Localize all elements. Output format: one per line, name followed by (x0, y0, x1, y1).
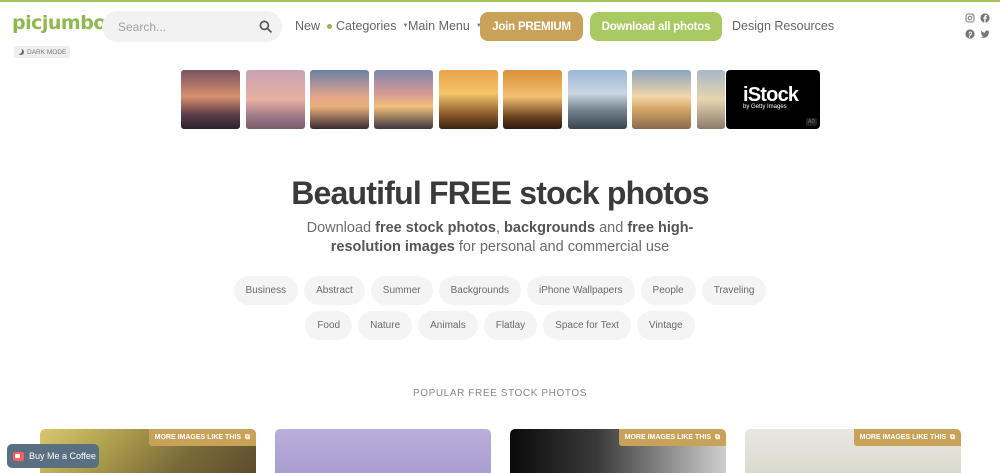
photo-card[interactable]: MORE IMAGES LIKE THIS ⧉ (745, 429, 961, 473)
nav-new[interactable]: New (295, 19, 333, 33)
tag-space-for-text[interactable]: Space for Text (543, 311, 631, 340)
moon-icon (18, 49, 24, 55)
tag-vintage[interactable]: Vintage (636, 311, 695, 340)
subtitle-free-stock-photos: free stock photos (375, 220, 496, 236)
more-images-like-this-button[interactable]: MORE IMAGES LIKE THIS ⧉ (853, 429, 961, 446)
related-thumb[interactable] (503, 70, 562, 129)
new-indicator-dot (327, 23, 333, 29)
design-resources-link[interactable]: Design Resources (732, 19, 834, 33)
search-bar (102, 11, 282, 42)
subtitle-text: , (495, 220, 505, 236)
tag-nature[interactable]: Nature (358, 311, 413, 340)
coffee-label: Buy Me a Coffee (29, 451, 96, 461)
dark-mode-toggle[interactable]: DARK MODE (14, 46, 71, 58)
category-tags-row-2: Food Nature Animals Flatlay Space for Te… (0, 311, 1000, 340)
category-tags-row-1: Business Abstract Summer Backgrounds iPh… (0, 276, 1000, 305)
subtitle-backgrounds: backgrounds (504, 220, 596, 236)
twitter-icon[interactable] (980, 29, 990, 39)
related-thumb[interactable] (697, 70, 725, 129)
subtitle-text: for personal and commercial use (454, 239, 670, 255)
tag-people[interactable]: People (640, 276, 696, 305)
top-accent-line (0, 0, 1000, 2)
tag-business[interactable]: Business (233, 276, 299, 305)
related-thumb[interactable] (374, 70, 433, 129)
istock-sub: by Getty Images (743, 104, 787, 110)
nav-main-menu-label: Main Menu (408, 19, 470, 33)
more-images-label: MORE IMAGES LIKE THIS (154, 434, 241, 441)
site-logo[interactable]: picjumbo (12, 12, 106, 34)
external-link-icon: ⧉ (715, 433, 720, 441)
nav-categories[interactable]: Categories ▼ (336, 19, 408, 33)
more-images-like-this-button[interactable]: MORE IMAGES LIKE THIS ⧉ (618, 429, 726, 446)
external-link-icon: ⧉ (950, 433, 955, 441)
external-link-icon: ⧉ (245, 433, 250, 441)
related-thumb[interactable] (181, 70, 240, 129)
istock-ad[interactable]: iStock by Getty Images AD (726, 70, 820, 129)
subtitle-text: and (595, 220, 628, 236)
tag-animals[interactable]: Animals (418, 311, 478, 340)
more-images-label: MORE IMAGES LIKE THIS (859, 434, 946, 441)
tag-summer[interactable]: Summer (370, 276, 433, 305)
tag-backgrounds[interactable]: Backgrounds (438, 276, 521, 305)
nav-main-menu[interactable]: Main Menu ▼ (408, 19, 482, 33)
nav-new-label: New (295, 19, 321, 33)
related-thumb[interactable] (439, 70, 498, 129)
related-thumb[interactable] (310, 70, 369, 129)
pinterest-icon[interactable] (965, 29, 975, 39)
buy-me-a-coffee-button[interactable]: Buy Me a Coffee (7, 444, 99, 468)
photo-card[interactable] (275, 429, 491, 473)
hero-title: Beautiful FREE stock photos (291, 175, 709, 211)
more-images-label: MORE IMAGES LIKE THIS (624, 434, 711, 441)
hero-subtitle: Download free stock photos, backgrounds … (300, 219, 700, 257)
search-input[interactable] (102, 19, 250, 34)
related-thumb[interactable] (246, 70, 305, 129)
more-images-like-this-button[interactable]: MORE IMAGES LIKE THIS ⧉ (148, 429, 256, 446)
tag-abstract[interactable]: Abstract (304, 276, 365, 305)
facebook-icon[interactable] (980, 13, 990, 23)
photo-card[interactable]: MORE IMAGES LIKE THIS ⧉ (510, 429, 726, 473)
search-icon[interactable] (259, 20, 272, 33)
download-all-photos-button[interactable]: Download all photos (590, 12, 722, 41)
tag-traveling[interactable]: Traveling (701, 276, 767, 305)
popular-section-title: POPULAR FREE STOCK PHOTOS (412, 388, 588, 399)
tag-flatlay[interactable]: Flatlay (483, 311, 538, 340)
related-thumb[interactable] (568, 70, 627, 129)
tag-food[interactable]: Food (305, 311, 353, 340)
instagram-icon[interactable] (965, 13, 975, 23)
subtitle-text: Download (306, 220, 376, 236)
ad-badge: AD (806, 118, 817, 126)
dark-mode-label: DARK MODE (27, 48, 67, 56)
coffee-cup-icon (13, 451, 24, 461)
join-premium-button[interactable]: Join PREMIUM (480, 12, 583, 41)
tag-iphone-wallpapers[interactable]: iPhone Wallpapers (526, 276, 635, 305)
nav-categories-label: Categories (336, 19, 397, 33)
related-thumb[interactable] (632, 70, 691, 129)
